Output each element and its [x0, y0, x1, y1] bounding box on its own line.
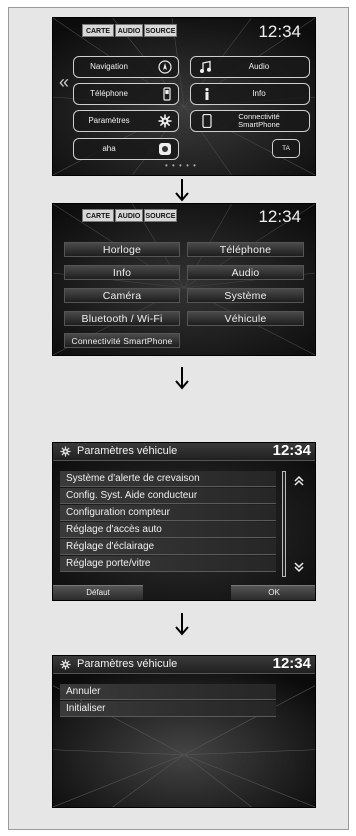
list-item[interactable]: Config. Syst. Aide conducteur — [60, 488, 276, 504]
menu-audio[interactable]: Audio — [187, 265, 304, 280]
clock: 12:34 — [258, 207, 301, 226]
default-button[interactable]: Défaut — [53, 585, 143, 600]
aha-icon — [159, 143, 171, 155]
header-bar: Paramètres véhicule 12:34 — [53, 656, 315, 674]
list-item[interactable]: Système d'alerte de crevaison — [60, 471, 276, 487]
background-lines — [53, 656, 315, 807]
down-arrow-2 — [175, 367, 189, 390]
down-arrow-1 — [175, 179, 189, 202]
aha-label: aha — [102, 144, 116, 153]
scrollbar[interactable] — [282, 471, 286, 577]
reset-confirm-screen: Paramètres véhicule 12:34 Annuler Initia… — [52, 655, 316, 808]
menu-info[interactable]: Info — [64, 265, 180, 280]
page-dots: • • • • • — [165, 161, 197, 170]
navigation-button[interactable]: Navigation — [73, 56, 179, 78]
menu-telephone[interactable]: Téléphone — [187, 242, 304, 257]
telephone-label: Téléphone — [90, 89, 128, 98]
menu-camera[interactable]: Caméra — [64, 288, 180, 303]
info-label: Info — [252, 89, 266, 98]
info-icon — [205, 87, 209, 100]
cancel-item[interactable]: Annuler — [60, 684, 276, 700]
smartphone-icon — [202, 114, 212, 128]
phone-icon — [163, 87, 171, 101]
clock: 12:34 — [258, 22, 301, 41]
tab-carte[interactable]: CARTE — [82, 209, 114, 222]
ta-button[interactable]: TA — [272, 139, 300, 158]
parametres-button[interactable]: Paramètres — [73, 110, 179, 132]
menu-bluetooth-wifi[interactable]: Bluetooth / Wi-Fi — [64, 311, 180, 326]
tab-source[interactable]: SOURCE — [144, 209, 177, 222]
smartphone-label-line2: SmartPhone — [238, 120, 280, 129]
home-screen: CARTE AUDIO SOURCE 12:34 « Navigation Té… — [52, 17, 316, 176]
clock: 12:34 — [272, 655, 311, 672]
compass-icon — [158, 60, 172, 74]
page-title: Paramètres véhicule — [77, 445, 178, 457]
down-arrow-3 — [175, 613, 189, 636]
menu-smartphone[interactable]: Connectivité SmartPhone — [64, 333, 180, 348]
parametres-label: Paramètres — [88, 116, 130, 125]
list-item[interactable]: Configuration compteur — [60, 505, 276, 521]
ok-button[interactable]: OK — [231, 585, 315, 600]
telephone-button[interactable]: Téléphone — [73, 83, 179, 105]
gear-icon — [60, 659, 71, 670]
aha-button[interactable]: aha — [73, 138, 179, 160]
left-arrow[interactable]: « — [59, 72, 69, 93]
list-item[interactable]: Réglage d'accès auto — [60, 522, 276, 538]
scroll-up-icon[interactable] — [293, 475, 305, 487]
clock: 12:34 — [272, 442, 311, 459]
header-bar: Paramètres véhicule 12:34 — [53, 443, 315, 461]
info-button[interactable]: Info — [190, 83, 310, 105]
list-item[interactable]: Réglage d'éclairage — [60, 539, 276, 555]
tab-carte[interactable]: CARTE — [82, 24, 114, 37]
gear-icon — [158, 114, 172, 128]
tab-audio[interactable]: AUDIO — [115, 24, 143, 37]
vehicle-settings-screen: Paramètres véhicule 12:34 Système d'aler… — [52, 442, 316, 601]
audio-label: Audio — [248, 62, 270, 71]
music-note-icon — [200, 60, 211, 73]
page-title: Paramètres véhicule — [77, 658, 178, 670]
menu-systeme[interactable]: Système — [187, 288, 304, 303]
smartphone-button[interactable]: Connectivité SmartPhone — [190, 110, 310, 132]
initialize-item[interactable]: Initialiser — [60, 701, 276, 717]
settings-menu-screen: CARTE AUDIO SOURCE 12:34 Horloge Info Ca… — [52, 203, 316, 356]
tab-audio[interactable]: AUDIO — [115, 209, 143, 222]
tab-source[interactable]: SOURCE — [144, 24, 177, 37]
smartphone-label: Connectivité SmartPhone — [219, 113, 299, 129]
list-item[interactable]: Réglage porte/vitre — [60, 556, 276, 572]
scroll-down-icon[interactable] — [293, 561, 305, 573]
gear-icon — [60, 446, 71, 457]
menu-horloge[interactable]: Horloge — [64, 242, 180, 257]
navigation-label: Navigation — [90, 62, 128, 71]
audio-button[interactable]: Audio — [190, 56, 310, 78]
menu-vehicule[interactable]: Véhicule — [187, 311, 304, 326]
